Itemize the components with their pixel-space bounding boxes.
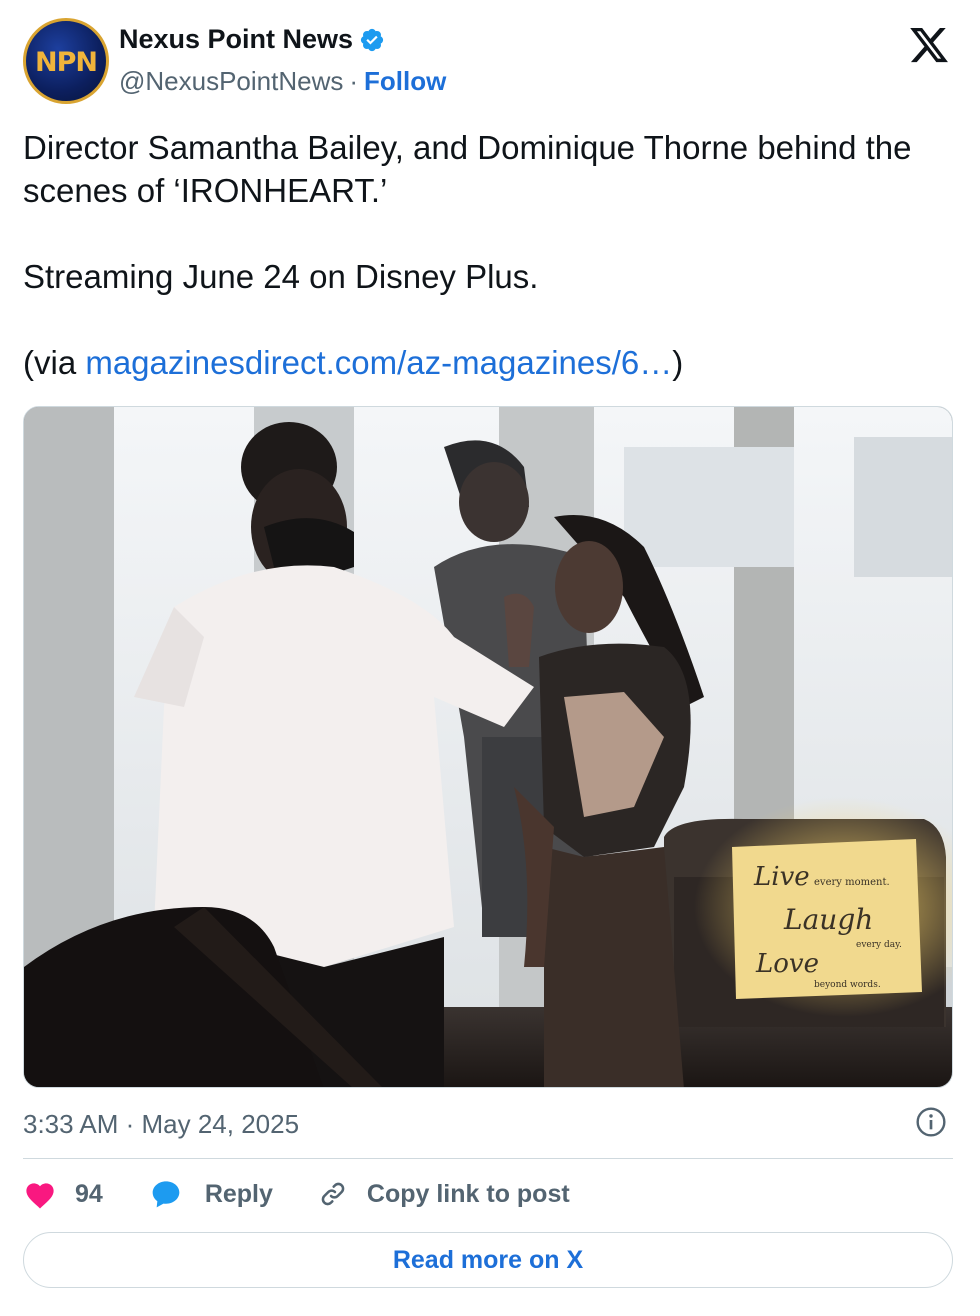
heart-icon: [26, 1183, 54, 1209]
reply-label: Reply: [204, 1179, 273, 1208]
link-icon: [321, 1182, 345, 1206]
like-button[interactable]: 94: [23, 1179, 103, 1209]
photo-scene: Live every moment. Laugh every day. Love…: [24, 407, 952, 1087]
pillow-text-laugh: Laugh: [783, 903, 873, 936]
name-row: Nexus Point News: [119, 24, 385, 55]
post-text-via: (via magazinesdirect.com/az-magazines/6……: [23, 341, 943, 384]
post-photo[interactable]: Live every moment. Laugh every day. Love…: [23, 406, 953, 1088]
copy-link-button[interactable]: Copy link to post: [317, 1178, 570, 1210]
pillow-text-love-small: beyond words.: [814, 980, 881, 990]
copy-link-label: Copy link to post: [366, 1179, 570, 1208]
like-count: 94: [75, 1179, 103, 1208]
timestamp-row: 3:33 AM · May 24, 2025: [23, 1104, 953, 1144]
x-logo-icon[interactable]: [907, 24, 951, 66]
info-icon[interactable]: [915, 1106, 947, 1138]
reply-bubble-icon: [152, 1181, 180, 1208]
post-text: Director Samantha Bailey, and Dominique …: [23, 126, 943, 384]
post-header: NPN Nexus Point News @NexusPointNews · F…: [23, 18, 957, 108]
follow-button[interactable]: Follow: [364, 66, 446, 97]
via-link[interactable]: magazinesdirect.com/az-magazines/6…: [85, 344, 672, 381]
via-suffix: ): [672, 344, 684, 381]
via-prefix: (via: [23, 344, 86, 381]
divider: [23, 1158, 953, 1159]
avatar[interactable]: NPN: [23, 18, 109, 104]
display-name[interactable]: Nexus Point News: [119, 24, 353, 55]
handle-row: @NexusPointNews · Follow: [119, 66, 446, 97]
post-text-line-2: Streaming June 24 on Disney Plus.: [23, 258, 539, 295]
pillow-text-laugh-small: every day.: [856, 940, 902, 950]
embedded-post-card: NPN Nexus Point News @NexusPointNews · F…: [0, 0, 980, 1316]
pillow-text-live: Live: [753, 862, 810, 892]
post-timestamp[interactable]: 3:33 AM · May 24, 2025: [23, 1109, 299, 1140]
action-bar: 94 Reply Copy link to post: [23, 1172, 953, 1216]
reply-button[interactable]: Reply: [149, 1178, 273, 1210]
pillow-text-live-small: every moment.: [814, 877, 890, 888]
pillow-text-love: Love: [755, 949, 819, 979]
separator-dot: ·: [349, 66, 359, 96]
handle[interactable]: @NexusPointNews: [119, 66, 343, 97]
verified-badge-icon: [360, 28, 384, 51]
post-text-line-1: Director Samantha Bailey, and Dominique …: [23, 129, 912, 209]
read-more-button[interactable]: Read more on X: [23, 1232, 953, 1288]
avatar-logo-text: NPN: [35, 47, 98, 78]
